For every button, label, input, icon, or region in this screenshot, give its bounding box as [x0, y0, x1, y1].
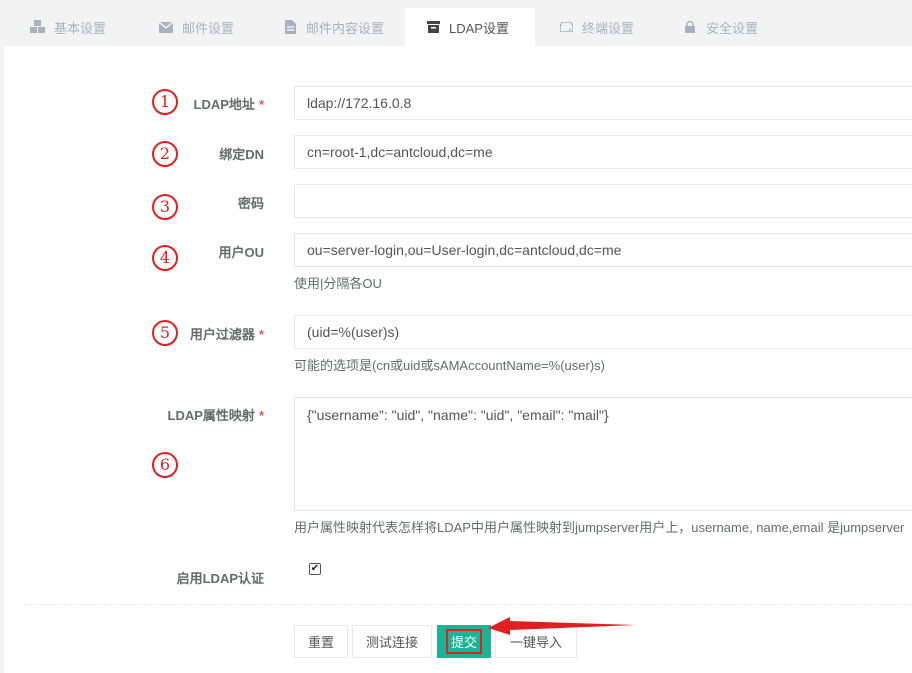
tab-terminal-settings[interactable]: 终端设置: [548, 8, 668, 46]
annotation-marker-5: 5: [152, 320, 178, 346]
envelope-icon: [158, 20, 174, 34]
tab-label: 邮件内容设置: [306, 20, 385, 36]
attr-map-textarea[interactable]: {"username": "uid", "name": "uid", "emai…: [294, 397, 912, 511]
server-uri-label: LDAP地址 *: [194, 94, 264, 113]
required-asterisk: *: [258, 97, 264, 112]
search-filter-help: 可能的选项是(cn或uid或sAMAccountName=%(user)s): [294, 358, 605, 373]
label-text: 用户过滤器: [189, 327, 255, 342]
search-filter-label: 用户过滤器 *: [190, 324, 264, 343]
archive-icon: [425, 20, 441, 34]
required-asterisk: *: [258, 408, 264, 423]
submit-label: 提交: [445, 629, 482, 654]
attr-map-label: LDAP属性映射 *: [168, 405, 264, 424]
attr-map-help: 用户属性映射代表怎样将LDAP中用户属性映射到jumpserver用户上，use…: [294, 520, 905, 535]
settings-tab-bar: 基本设置 邮件设置 邮件内容设置 LDAP设置 终端设置 安全设置: [0, 0, 912, 46]
annotation-marker-3: 3: [152, 194, 178, 220]
tab-label: 邮件设置: [182, 20, 235, 36]
submit-button[interactable]: 提交: [437, 625, 491, 658]
hdd-icon: [558, 20, 574, 34]
label-text: LDAP属性映射: [167, 408, 255, 423]
file-icon: [282, 20, 298, 34]
tab-label: 安全设置: [706, 20, 759, 36]
annotation-marker-4: 4: [152, 245, 178, 271]
tab-ldap-settings[interactable]: LDAP设置: [405, 8, 535, 46]
bind-dn-label: 绑定DN: [219, 147, 264, 162]
search-ou-label: 用户OU: [218, 245, 264, 260]
tab-mail-settings[interactable]: 邮件设置: [148, 8, 268, 46]
form-divider: [24, 604, 912, 605]
tab-mail-content-settings[interactable]: 邮件内容设置: [272, 8, 402, 46]
lock-icon: [682, 20, 698, 34]
tab-label: 终端设置: [582, 20, 635, 36]
auth-ldap-checkbox[interactable]: ✔: [309, 563, 321, 575]
required-asterisk: *: [258, 327, 264, 342]
test-connection-button[interactable]: 测试连接: [352, 625, 432, 658]
reset-button[interactable]: 重置: [294, 625, 348, 658]
annotation-marker-6: 6: [152, 452, 178, 478]
label-text: LDAP地址: [193, 97, 255, 112]
search-ou-input[interactable]: [294, 233, 912, 267]
tab-basic-settings[interactable]: 基本设置: [20, 8, 140, 46]
search-ou-help: 使用|分隔各OU: [294, 276, 382, 291]
annotation-arrow-icon: [488, 617, 636, 635]
tab-label: LDAP设置: [449, 20, 509, 36]
server-uri-input[interactable]: [294, 86, 912, 120]
cubes-icon: [30, 20, 46, 34]
password-label: 密码: [237, 196, 264, 211]
annotation-marker-1: 1: [152, 89, 178, 115]
bind-dn-input[interactable]: [294, 135, 912, 169]
tab-label: 基本设置: [54, 20, 107, 36]
annotation-marker-2: 2: [152, 141, 178, 167]
auth-ldap-label: 启用LDAP认证: [176, 571, 264, 586]
password-input[interactable]: [294, 184, 912, 218]
search-filter-input[interactable]: [294, 315, 912, 349]
tab-security-settings[interactable]: 安全设置: [672, 8, 792, 46]
